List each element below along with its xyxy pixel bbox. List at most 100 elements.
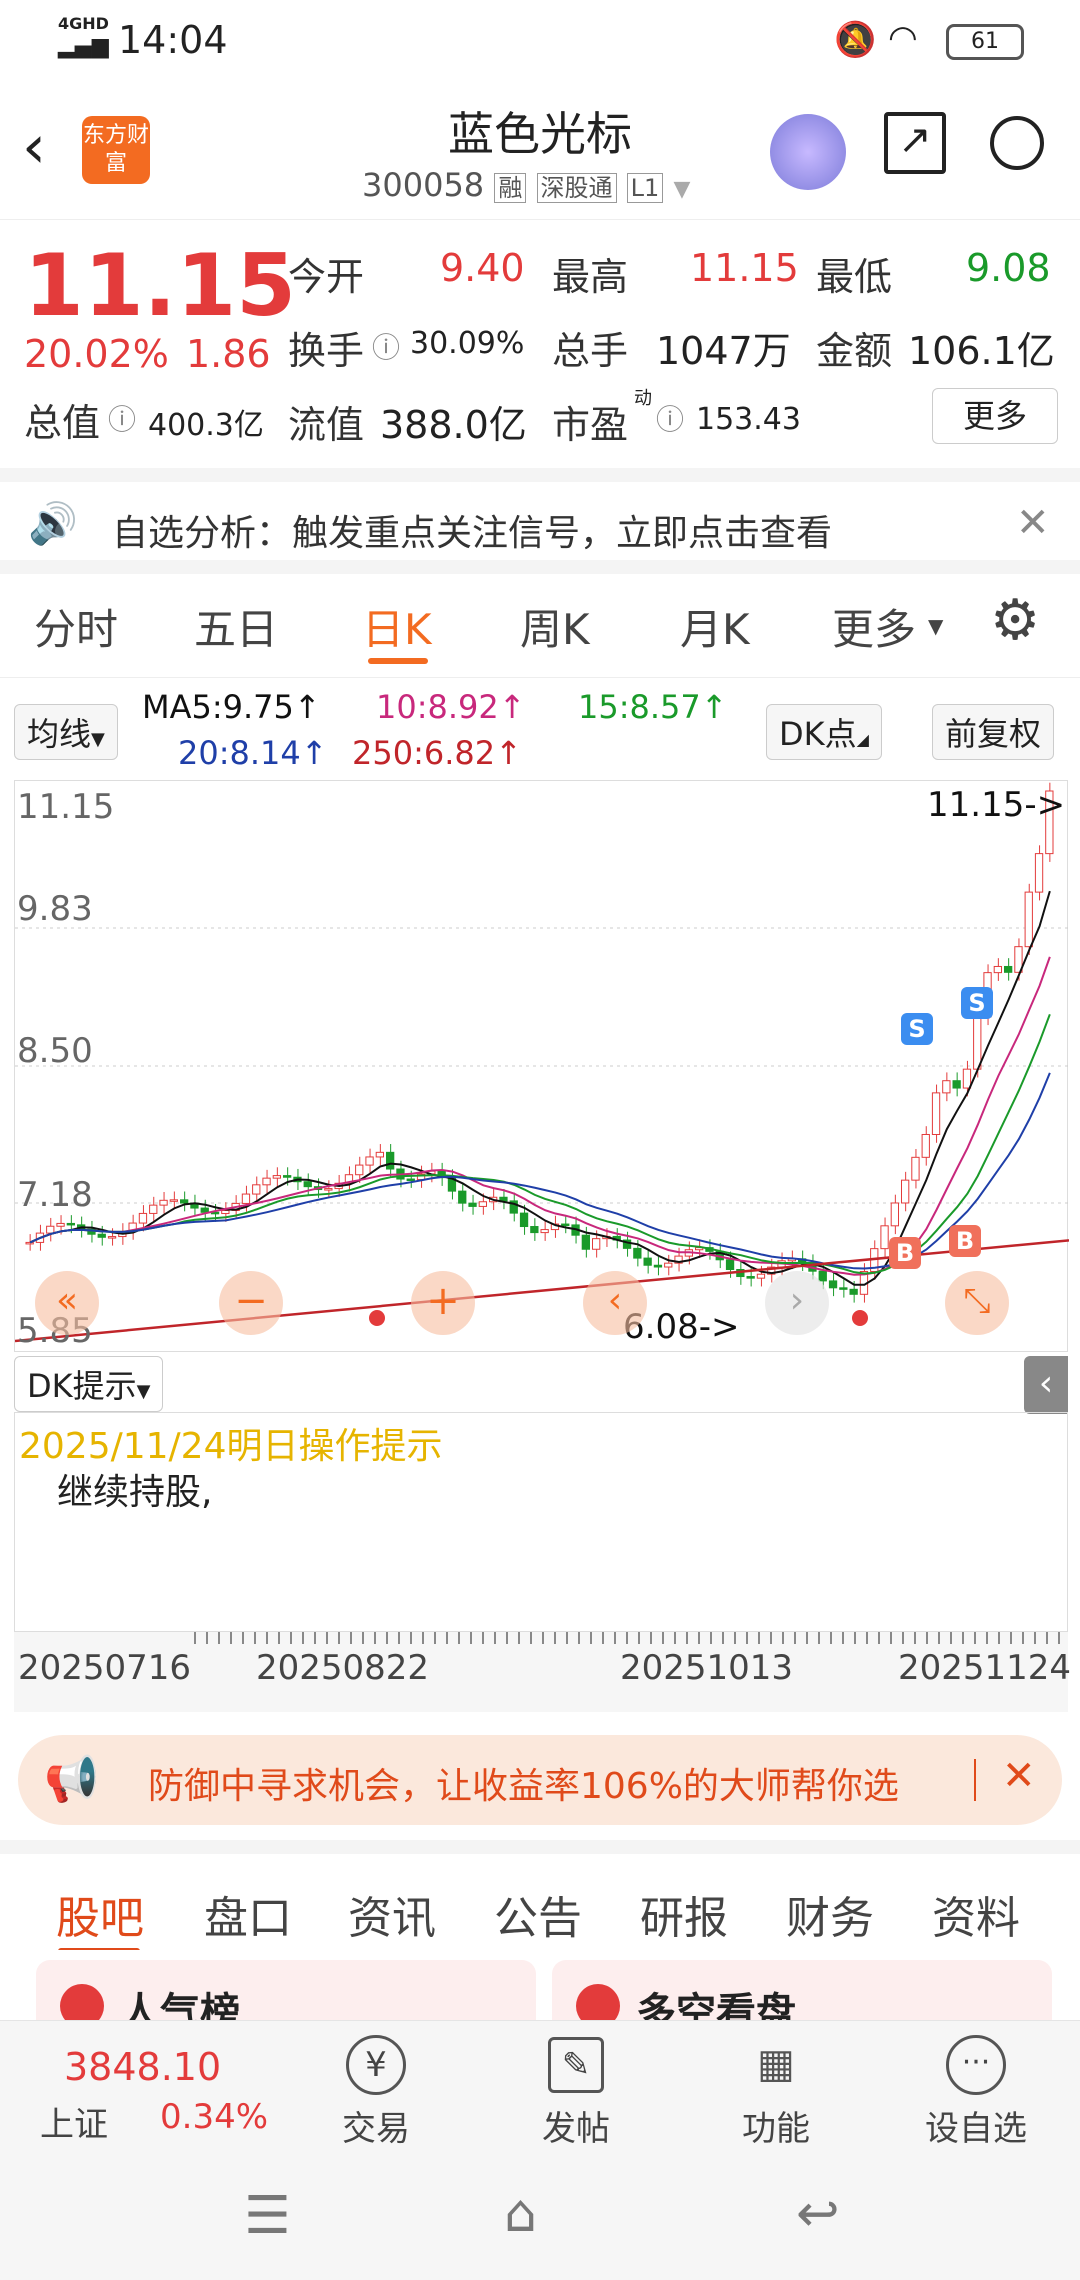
ma15-value: 15:8.57↑ bbox=[578, 688, 728, 726]
vs-icon bbox=[576, 1984, 620, 2020]
ma20-value: 20:8.14↑ bbox=[178, 734, 328, 772]
next-icon[interactable]: › bbox=[765, 1271, 829, 1335]
info-icon[interactable]: ⓘ bbox=[656, 398, 684, 438]
pe-superscript: 动 bbox=[634, 388, 652, 409]
tab-weekly-k[interactable]: 周K bbox=[520, 596, 590, 657]
adjust-button[interactable]: 前复权 bbox=[932, 704, 1055, 760]
dropdown-icon[interactable]: ▼ bbox=[673, 177, 690, 202]
zoom-out-icon[interactable]: − bbox=[219, 1271, 283, 1335]
low-value: 9.08 bbox=[966, 246, 1051, 290]
ma250-value: 250:6.82↑ bbox=[352, 734, 522, 772]
menu-icon[interactable]: ☰ bbox=[244, 2186, 291, 2246]
rewind-icon[interactable]: « bbox=[35, 1271, 99, 1335]
candle-body bbox=[973, 1016, 982, 1070]
open-value: 9.40 bbox=[440, 246, 525, 290]
chevron-down-icon: ▼ bbox=[91, 729, 105, 750]
high-value: 11.15 bbox=[690, 246, 799, 290]
nav-add-watchlist[interactable]: ··· 设自选 bbox=[906, 2031, 1046, 2150]
card-popularity[interactable]: 人气榜 bbox=[36, 1960, 536, 2020]
ma10-value: 10:8.92↑ bbox=[376, 688, 526, 726]
change-pct: 20.02% bbox=[24, 332, 169, 376]
candle-body bbox=[931, 1092, 941, 1135]
promo-text[interactable]: 防御中寻求机会，让收益率106%的大师帮你选 bbox=[148, 1757, 968, 1809]
turnover-label: 换手 bbox=[288, 329, 365, 373]
candle-body bbox=[921, 1133, 930, 1158]
chevron-down-icon: ▼ bbox=[928, 614, 944, 638]
tab-research[interactable]: 研报 bbox=[640, 1882, 728, 1946]
promo-banner[interactable]: 📢 防御中寻求机会，让收益率106%的大师帮你选 ✕ bbox=[18, 1735, 1062, 1825]
candle-body bbox=[725, 1259, 735, 1270]
more-button[interactable]: 更多 bbox=[932, 388, 1058, 444]
index-widget[interactable]: 3848.10 上证 0.34% bbox=[34, 2041, 274, 2151]
fullscreen-icon[interactable]: ⤡ bbox=[945, 1271, 1009, 1335]
candle-body bbox=[478, 1201, 488, 1207]
ma-selector-label: 均线 bbox=[27, 715, 92, 753]
prev-icon[interactable]: ‹ bbox=[583, 1271, 647, 1335]
tab-news[interactable]: 资讯 bbox=[348, 1882, 436, 1946]
tab-forum[interactable]: 股吧 bbox=[56, 1882, 144, 1946]
dk-selector[interactable]: DK提示▼ bbox=[14, 1356, 164, 1412]
card-sentiment[interactable]: 多空看盘 bbox=[552, 1960, 1052, 2020]
tab-daily-k[interactable]: 日K bbox=[362, 596, 432, 657]
candle-body bbox=[653, 1264, 663, 1268]
signal-dot bbox=[369, 1310, 385, 1326]
nav-label: 设自选 bbox=[925, 2109, 1027, 2149]
info-icon[interactable]: ⓘ bbox=[372, 326, 400, 366]
home-icon[interactable]: ⌂ bbox=[504, 2184, 537, 2244]
card-title: 多空看盘 bbox=[636, 1990, 796, 2020]
ma-selector[interactable]: 均线▼ bbox=[14, 704, 118, 760]
nav-label: 发帖 bbox=[542, 2109, 610, 2149]
divider bbox=[974, 1759, 976, 1801]
close-icon[interactable]: ✕ bbox=[1002, 1753, 1036, 1799]
candle-body bbox=[1024, 891, 1033, 948]
signal-badge-buy: B bbox=[889, 1237, 921, 1269]
candle-body bbox=[283, 1175, 292, 1178]
info-icon[interactable]: ⓘ bbox=[108, 398, 136, 438]
candle-body bbox=[25, 1241, 34, 1245]
tag-level: L1 bbox=[626, 173, 664, 203]
search-icon[interactable] bbox=[990, 116, 1044, 170]
candle-body bbox=[169, 1199, 178, 1202]
high-annotation: 11.15-> bbox=[927, 785, 1066, 825]
tab-five-day[interactable]: 五日 bbox=[194, 596, 278, 657]
index-value: 3848.10 bbox=[64, 2045, 222, 2089]
yen-icon: ¥ bbox=[346, 2035, 406, 2095]
tab-financials[interactable]: 财务 bbox=[786, 1882, 874, 1946]
tab-profile[interactable]: 资料 bbox=[932, 1882, 1020, 1946]
collapse-icon[interactable]: ‹ bbox=[1024, 1356, 1068, 1414]
tab-announcements[interactable]: 公告 bbox=[494, 1882, 582, 1946]
candle-body bbox=[252, 1184, 261, 1195]
kline-chart[interactable]: 11.15 9.83 8.50 7.18 5.85 11.15-> 6.08->… bbox=[14, 780, 1069, 1352]
robot-avatar-icon[interactable] bbox=[770, 114, 846, 190]
tab-more[interactable]: 更多 bbox=[832, 596, 916, 657]
nav-label: 功能 bbox=[742, 2109, 810, 2149]
system-nav: ☰ ⌂ ↩ bbox=[0, 2160, 1080, 2280]
stock-header: ‹ 东方财富 蓝色光标 300058 融 深股通 L1 ▼ ↗ bbox=[0, 82, 1080, 220]
share-icon[interactable]: ↗ bbox=[884, 112, 946, 174]
active-tab-indicator bbox=[368, 658, 428, 664]
tab-order-book[interactable]: 盘口 bbox=[204, 1882, 292, 1946]
zoom-in-icon[interactable]: + bbox=[411, 1271, 475, 1335]
nav-trade[interactable]: ¥ 交易 bbox=[306, 2031, 446, 2150]
nav-post[interactable]: ✎ 发帖 bbox=[506, 2031, 646, 2150]
gear-icon[interactable]: ⚙ bbox=[990, 588, 1040, 653]
alert-banner[interactable]: 🔊 自选分析：触发重点关注信号，立即点击查看 ✕ bbox=[0, 468, 1080, 574]
float-label: 流值 bbox=[288, 403, 365, 447]
alert-text[interactable]: 自选分析：触发重点关注信号，立即点击查看 bbox=[112, 504, 832, 556]
candle-body bbox=[519, 1212, 529, 1228]
candle-body bbox=[818, 1270, 827, 1282]
candle-body bbox=[272, 1175, 282, 1179]
candle-body bbox=[375, 1151, 385, 1158]
dk-point-button[interactable]: DK点◢ bbox=[766, 704, 882, 760]
mute-icon: 🔕 bbox=[834, 20, 877, 60]
candle-body bbox=[355, 1164, 364, 1176]
tab-intraday[interactable]: 分时 bbox=[34, 596, 118, 657]
close-icon[interactable]: ✕ bbox=[1016, 500, 1050, 546]
candle-body bbox=[1004, 965, 1013, 973]
tab-monthly-k[interactable]: 月K bbox=[680, 596, 750, 657]
nav-functions[interactable]: ▦ 功能 bbox=[706, 2031, 846, 2150]
high-label: 最高 bbox=[552, 255, 629, 299]
back-nav-icon[interactable]: ↩ bbox=[796, 2184, 840, 2244]
mktcap-label: 总值 bbox=[24, 401, 101, 445]
dk-advice: 继续持股, bbox=[57, 1472, 213, 1513]
